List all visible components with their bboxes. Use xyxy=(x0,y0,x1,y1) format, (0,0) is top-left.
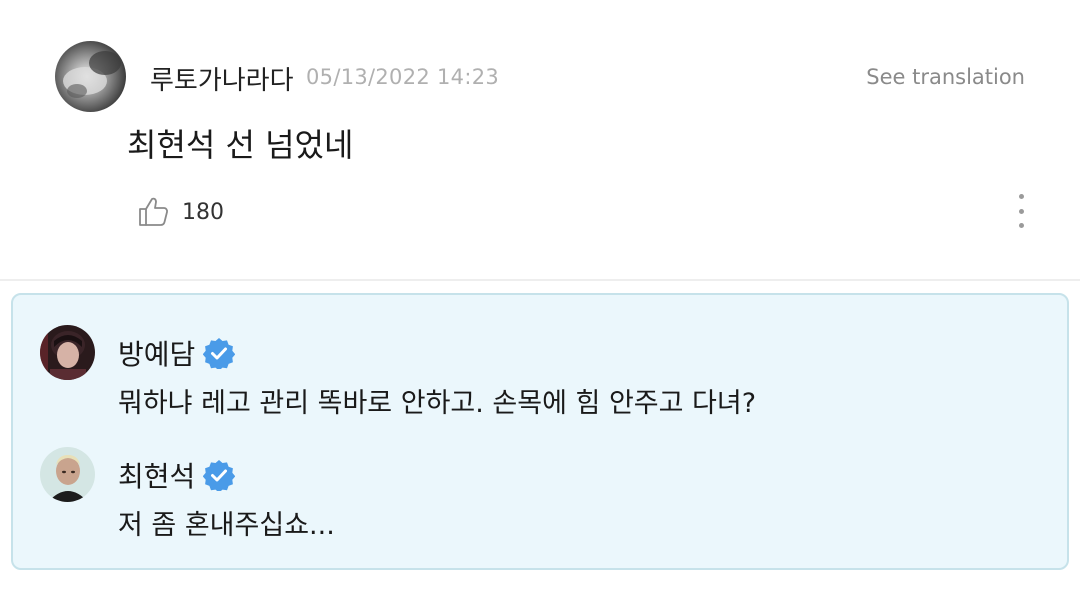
comment-thread-page: 루토가나라다 05/13/2022 14:23 See translation … xyxy=(0,0,1080,596)
reply-author-name: 최현석 xyxy=(118,460,196,493)
thumbs-up-icon xyxy=(139,197,168,226)
reply-author[interactable]: 방예담 xyxy=(118,333,236,373)
like-button[interactable]: 180 xyxy=(136,192,236,232)
comment-timestamp: 05/13/2022 14:23 xyxy=(306,65,500,89)
verified-badge-icon xyxy=(203,460,236,491)
author-avatar[interactable] xyxy=(55,41,126,112)
reply-author-name: 방예담 xyxy=(118,338,196,371)
verified-badge-icon xyxy=(203,338,236,369)
more-vertical-icon xyxy=(1018,194,1024,199)
like-count: 180 xyxy=(182,199,224,225)
more-options-button[interactable] xyxy=(1006,190,1036,232)
reply-avatar[interactable] xyxy=(40,447,95,502)
see-translation-link[interactable]: See translation xyxy=(866,65,1025,89)
fan-comment: 루토가나라다 05/13/2022 14:23 See translation … xyxy=(0,0,1080,279)
artist-reply-box: 방예담 뭐하냐 레고 관리 똑바로 안하고. 손목에 힘 안주고 다녀? 최현석… xyxy=(11,293,1069,570)
author-name[interactable]: 루토가나라다 xyxy=(150,60,294,97)
reply-text: 저 좀 혼내주십쇼... xyxy=(118,510,335,541)
reply-text: 뭐하냐 레고 관리 똑바로 안하고. 손목에 힘 안주고 다녀? xyxy=(118,388,757,419)
reply-avatar[interactable] xyxy=(40,325,95,380)
reply-author[interactable]: 최현석 xyxy=(118,455,236,495)
comment-text: 최현석 선 넘었네 xyxy=(127,126,354,164)
section-divider xyxy=(0,279,1080,281)
